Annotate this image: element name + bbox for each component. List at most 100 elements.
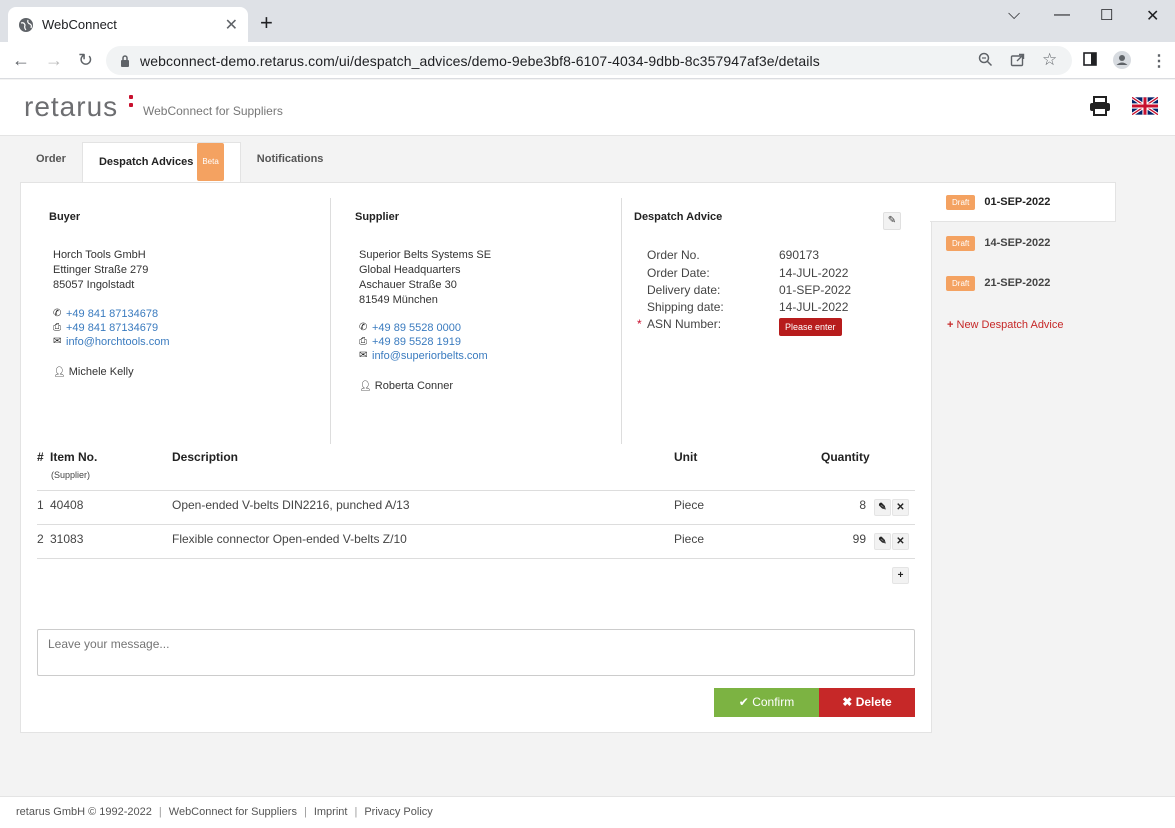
supplier-line2: Global Headquarters bbox=[359, 264, 461, 276]
side-panel-icon[interactable] bbox=[1083, 52, 1097, 66]
draft-badge: Draft bbox=[946, 194, 976, 210]
buyer-phone[interactable]: +49 841 87134678 bbox=[66, 307, 158, 321]
column-divider bbox=[621, 198, 622, 444]
confirm-button[interactable]: ✔ Confirm bbox=[714, 688, 819, 717]
share-icon[interactable] bbox=[1010, 52, 1026, 67]
edit-header-button[interactable]: ✎ bbox=[883, 212, 901, 230]
supplier-city: 81549 München bbox=[359, 294, 438, 306]
draft-badge: Draft bbox=[946, 235, 976, 251]
footer-privacy-link[interactable]: Privacy Policy bbox=[364, 806, 432, 818]
browser-tab[interactable]: WebConnect ✕ bbox=[8, 7, 248, 42]
buyer-email[interactable]: info@horchtools.com bbox=[66, 335, 170, 349]
profile-icon[interactable] bbox=[1113, 51, 1131, 69]
message-input[interactable] bbox=[37, 629, 915, 676]
chevron-down-icon[interactable]: ⌵ bbox=[1008, 6, 1020, 24]
row-num: 2 bbox=[37, 532, 44, 546]
url-bar[interactable]: webconnect-demo.retarus.com/ui/despatch_… bbox=[106, 46, 1072, 75]
despatch-list-item[interactable]: Draft 01-SEP-2022 bbox=[930, 182, 1116, 222]
uk-flag-icon[interactable] bbox=[1132, 97, 1158, 115]
close-icon: ✕ bbox=[896, 502, 905, 513]
tab-label: Despatch Advices bbox=[98, 155, 194, 168]
pencil-icon: ✎ bbox=[878, 536, 887, 547]
field-label: Order No. bbox=[647, 248, 700, 262]
maximize-icon[interactable]: ☐ bbox=[1100, 6, 1113, 24]
row-unit: Piece bbox=[674, 532, 705, 546]
supplier-contact: ✆ +49 89 5528 0000 ⎙ +49 89 5528 1919 ✉ inf… bbox=[359, 321, 488, 363]
reload-icon[interactable]: ↻ bbox=[78, 50, 93, 70]
check-icon: ✔ bbox=[738, 695, 749, 709]
close-tab-icon[interactable]: ✕ bbox=[225, 15, 238, 35]
col-item-no: Item No. bbox=[50, 450, 98, 464]
edit-row-button[interactable]: ✎ bbox=[874, 533, 891, 550]
star-icon[interactable]: ☆ bbox=[1042, 50, 1057, 70]
edit-row-button[interactable]: ✎ bbox=[874, 499, 891, 516]
divider bbox=[37, 524, 915, 525]
field-label: ASN Number: bbox=[647, 317, 722, 331]
field-label: Shipping date: bbox=[647, 300, 724, 314]
user-icon: 👤︎ bbox=[359, 381, 372, 392]
envelope-icon: ✉ bbox=[359, 350, 368, 361]
tab-notifications[interactable]: Notifications bbox=[241, 142, 340, 182]
buyer-fax[interactable]: +49 841 87134679 bbox=[66, 321, 158, 335]
logo-dots bbox=[129, 95, 134, 111]
confirm-label: Confirm bbox=[752, 695, 795, 709]
close-window-icon[interactable]: ✕ bbox=[1146, 6, 1159, 26]
tab-despatch-advices[interactable]: Despatch Advices Beta bbox=[81, 142, 241, 182]
tab-title: WebConnect bbox=[42, 17, 117, 32]
col-quantity: Quantity bbox=[821, 450, 870, 464]
browser-tab-bar: WebConnect ✕ + ⌵ — ☐ ✕ bbox=[0, 0, 1175, 42]
field-value: 01-SEP-2022 bbox=[779, 283, 852, 297]
divider bbox=[37, 490, 915, 491]
despatch-list-item[interactable]: Draft 14-SEP-2022 bbox=[930, 223, 1116, 263]
buyer-person-name: Michele Kelly bbox=[68, 366, 134, 378]
new-despatch-advice-link[interactable]: + New Despatch Advice bbox=[947, 319, 1064, 331]
tab-label: Notifications bbox=[256, 153, 324, 165]
zoom-icon[interactable] bbox=[978, 52, 993, 67]
supplier-fax[interactable]: +49 89 5528 1919 bbox=[372, 335, 461, 349]
asn-please-enter-button[interactable]: Please enter bbox=[779, 318, 842, 336]
col-num: # bbox=[37, 450, 44, 464]
tab-order[interactable]: Order bbox=[20, 142, 82, 182]
supplier-person: 👤︎ Roberta Conner bbox=[359, 380, 453, 392]
print-icon[interactable] bbox=[1089, 96, 1111, 116]
forward-icon[interactable]: → bbox=[45, 50, 63, 70]
buyer-heading: Buyer bbox=[49, 211, 81, 223]
footer-copyright: retarus GmbH © 1992-2022 bbox=[16, 806, 152, 818]
fax-icon: ⎙ bbox=[359, 336, 367, 347]
field-label: Order Date: bbox=[647, 266, 710, 280]
globe-icon bbox=[19, 17, 33, 32]
back-icon[interactable]: ← bbox=[12, 50, 30, 70]
row-quantity: 99 bbox=[852, 532, 866, 546]
supplier-email[interactable]: info@superiorbelts.com bbox=[372, 349, 488, 363]
delete-button[interactable]: ✖ Delete bbox=[819, 688, 915, 717]
retarus-logo: retarus bbox=[24, 91, 119, 122]
supplier-address: Superior Belts Systems SE Global Headqua… bbox=[359, 248, 491, 308]
browser-address-bar: ← → ↻ webconnect-demo.retarus.com/ui/des… bbox=[0, 42, 1175, 79]
phone-icon: ✆ bbox=[359, 322, 368, 333]
row-description: Flexible connector Open-ended V-belts Z/… bbox=[172, 532, 407, 546]
menu-icon[interactable]: ⋮ bbox=[1151, 51, 1167, 71]
despatch-date: 21-SEP-2022 bbox=[984, 277, 1051, 289]
row-unit: Piece bbox=[674, 498, 705, 512]
row-quantity: 8 bbox=[859, 498, 866, 512]
field-label: Delivery date: bbox=[647, 283, 721, 297]
row-item-no: 40408 bbox=[50, 498, 84, 512]
footer-product[interactable]: WebConnect for Suppliers bbox=[169, 806, 297, 818]
new-tab-icon[interactable]: + bbox=[260, 12, 273, 34]
minimize-icon[interactable]: — bbox=[1054, 6, 1070, 24]
col-unit: Unit bbox=[674, 450, 698, 464]
add-row-button[interactable]: + bbox=[892, 567, 909, 584]
row-description: Open-ended V-belts DIN2216, punched A/13 bbox=[172, 498, 410, 512]
remove-row-button[interactable]: ✕ bbox=[892, 533, 909, 550]
draft-badge: Draft bbox=[946, 275, 976, 291]
despatch-date: 01-SEP-2022 bbox=[984, 196, 1051, 208]
column-divider bbox=[330, 198, 331, 444]
despatch-list-item[interactable]: Draft 21-SEP-2022 bbox=[930, 263, 1116, 303]
remove-row-button[interactable]: ✕ bbox=[892, 499, 909, 516]
supplier-person-name: Roberta Conner bbox=[374, 380, 454, 392]
supplier-phone[interactable]: +49 89 5528 0000 bbox=[372, 321, 461, 335]
close-icon: ✖ bbox=[842, 695, 853, 709]
footer-imprint-link[interactable]: Imprint bbox=[314, 806, 348, 818]
buyer-name: Horch Tools GmbH bbox=[53, 249, 146, 261]
footer: retarus GmbH © 1992-2022 | WebConnect for … bbox=[0, 796, 1175, 828]
